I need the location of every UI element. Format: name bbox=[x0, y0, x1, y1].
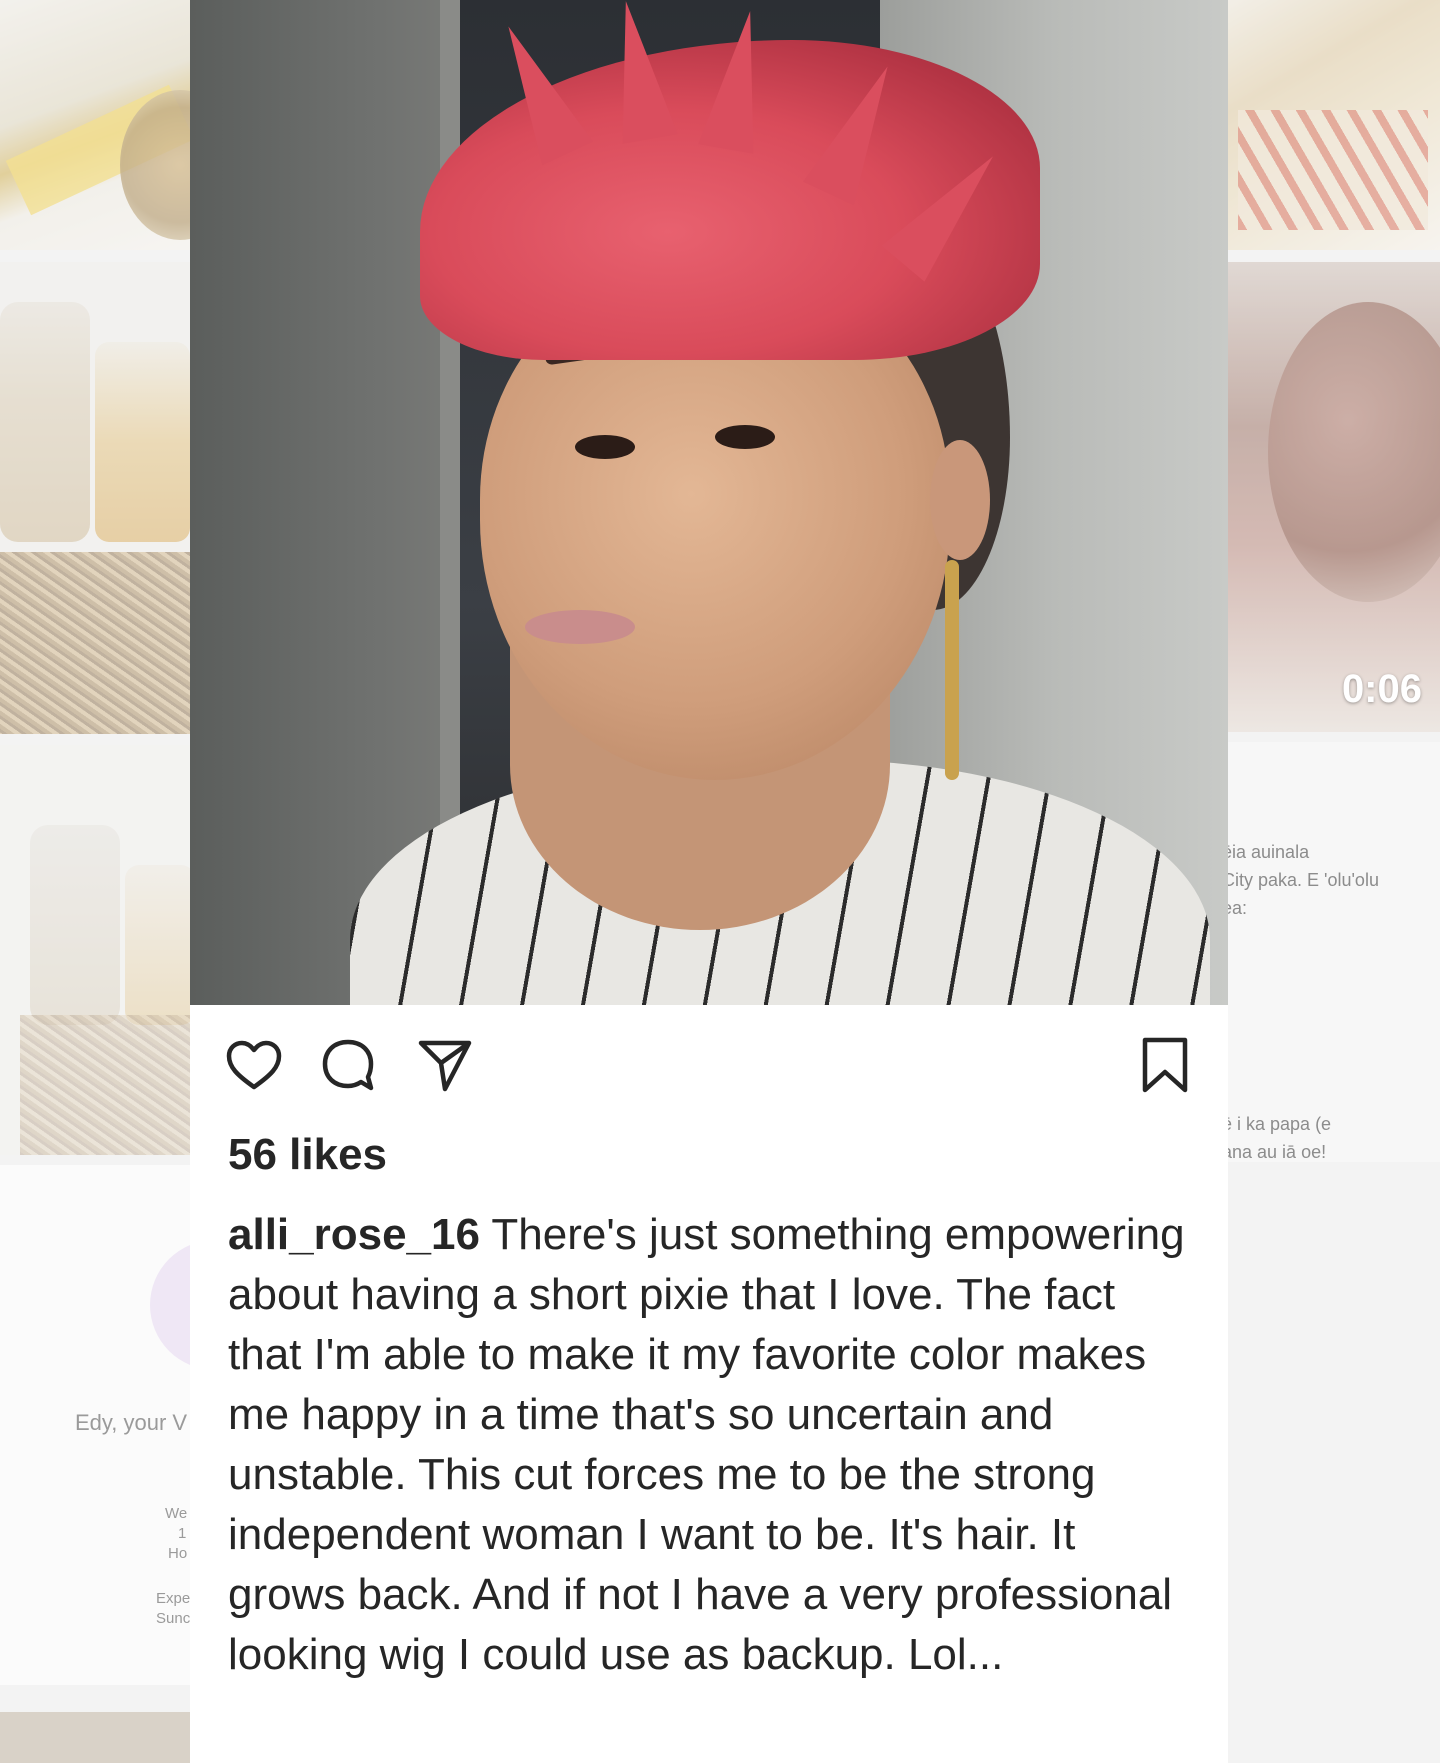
earring-shape bbox=[945, 560, 959, 780]
small-text: Expe bbox=[156, 1590, 190, 1607]
comment-bubble-icon[interactable] bbox=[318, 1035, 378, 1095]
profile-caption: Edy, your V bbox=[75, 1410, 188, 1435]
bookmark-icon[interactable] bbox=[1135, 1035, 1195, 1095]
username-link[interactable]: alli_rose_16 bbox=[228, 1210, 480, 1259]
caption-text: There's just something empowering about … bbox=[228, 1210, 1185, 1679]
background-thumbnail-jars[interactable] bbox=[0, 262, 190, 734]
post-caption: alli_rose_16 There's just something empo… bbox=[228, 1205, 1188, 1685]
video-duration: 0:06 bbox=[1341, 667, 1422, 711]
text-line: City paka. E 'olu'olu bbox=[1222, 870, 1379, 890]
background-text-card[interactable]: ēia auinala City paka. E 'olu'olu ea: ē … bbox=[1222, 742, 1440, 1162]
post-action-bar bbox=[190, 1005, 1228, 1125]
background-thumbnail-ginger[interactable] bbox=[1228, 0, 1440, 250]
paper-plane-icon[interactable] bbox=[415, 1035, 475, 1095]
post-card: 56 likes alli_rose_16 There's just somet… bbox=[190, 0, 1228, 1763]
text-line: ēia auinala bbox=[1222, 842, 1310, 862]
background-thumbnail-spices[interactable] bbox=[0, 0, 190, 250]
background-thumbnail-jars-2[interactable] bbox=[0, 745, 190, 1155]
heart-icon[interactable] bbox=[224, 1035, 284, 1095]
avatar bbox=[150, 1240, 190, 1370]
background-profile-card[interactable]: Edy, your V We 1 Ho Expe Sunc bbox=[0, 1165, 190, 1685]
text-line: ana au iā oe! bbox=[1222, 1142, 1327, 1162]
likes-count[interactable]: 56 likes bbox=[228, 1130, 387, 1180]
text-line: ē i ka papa (e bbox=[1222, 1114, 1332, 1134]
background-thumbnail-bottom[interactable] bbox=[0, 1712, 190, 1763]
lips-shape bbox=[525, 610, 635, 644]
small-text: 1 bbox=[178, 1525, 187, 1542]
small-text: Ho bbox=[168, 1545, 188, 1562]
small-text: Sunc bbox=[156, 1610, 190, 1627]
background-video-thumbnail[interactable]: 0:06 bbox=[1228, 262, 1440, 732]
small-text: We bbox=[165, 1505, 188, 1522]
post-photo[interactable] bbox=[190, 0, 1228, 1005]
